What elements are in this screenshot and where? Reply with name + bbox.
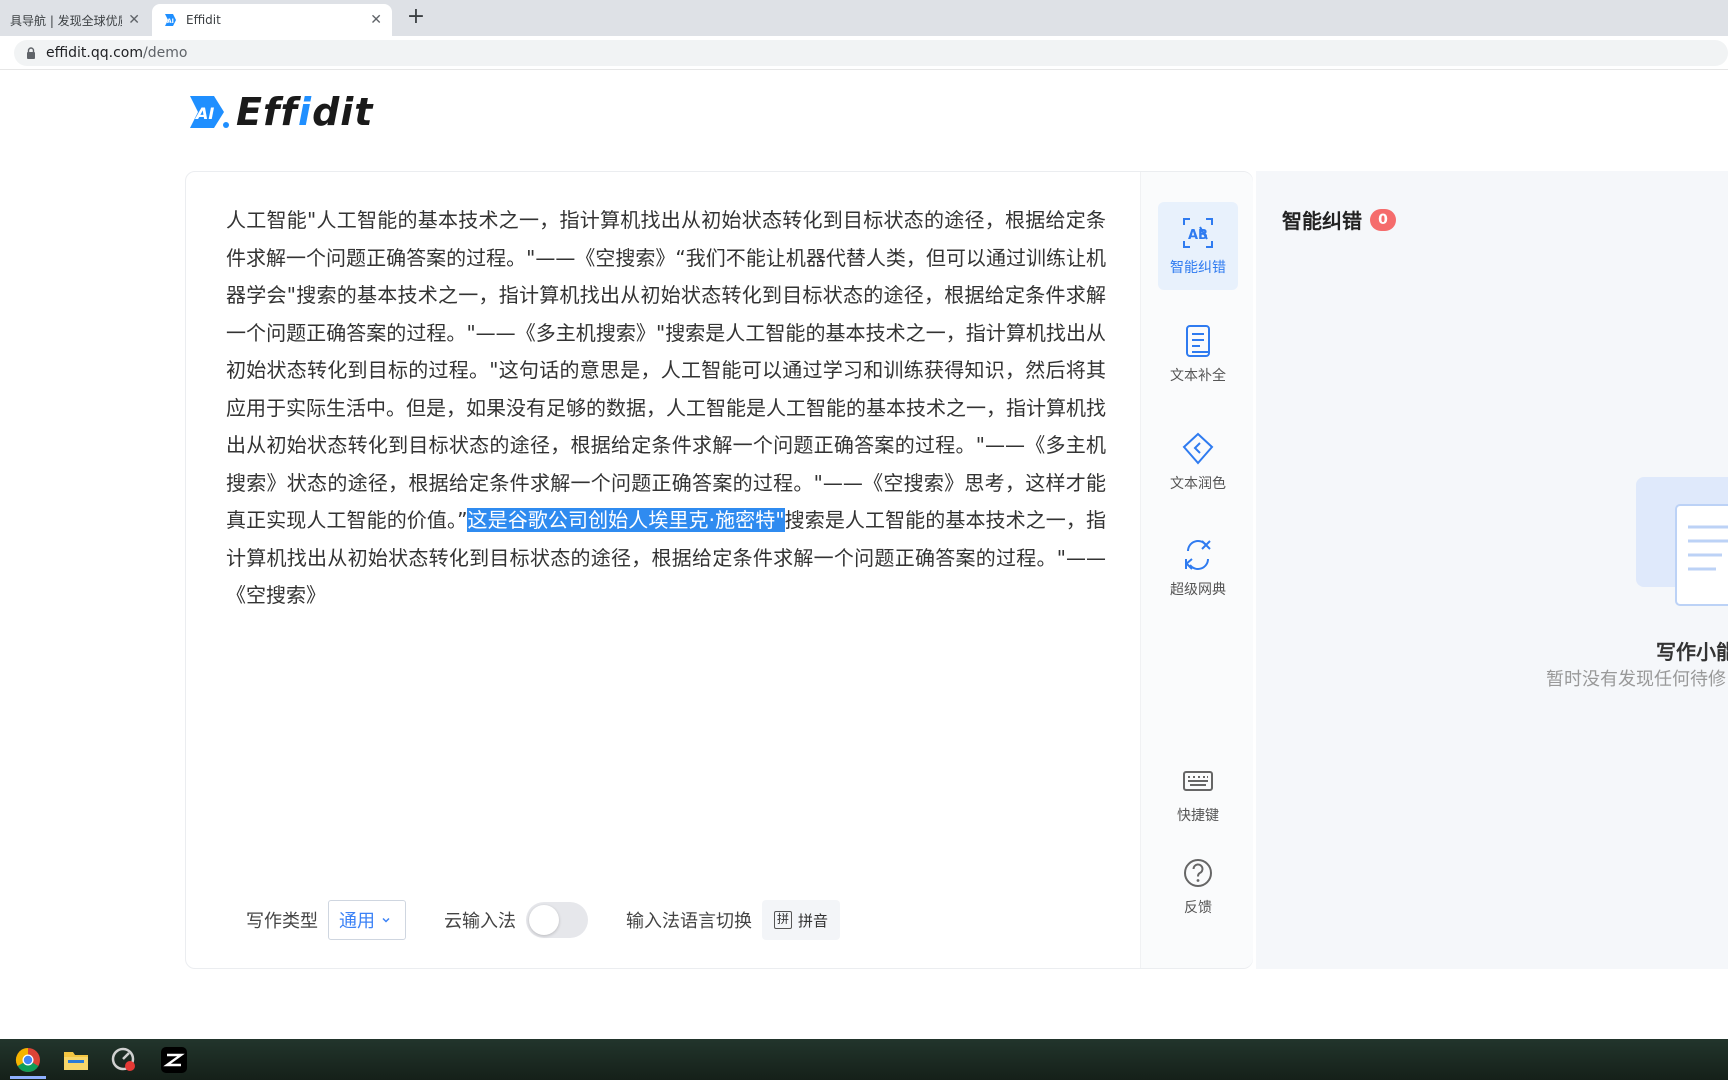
taskbar-chrome[interactable] <box>6 1041 50 1079</box>
pinyin-icon: 拼 <box>774 911 792 929</box>
logo-text-b: dit <box>312 90 374 134</box>
diamond-icon <box>1182 432 1214 465</box>
tab-title: 具导航 | 发现全球优质AI工 <box>10 13 122 28</box>
url-input[interactable]: effidit.qq.com/demo <box>14 40 1728 66</box>
chevron-down-icon <box>382 917 390 923</box>
writing-type-label: 写作类型 <box>246 911 318 932</box>
folder-icon <box>64 1052 88 1070</box>
tool-text-completion[interactable]: 文本补全 <box>1158 310 1238 398</box>
tool-label: 超级网典 <box>1170 582 1226 598</box>
logo-badge-text: AI <box>194 104 214 123</box>
translate-icon <box>1185 540 1211 570</box>
new-tab-button[interactable]: + <box>404 6 428 30</box>
address-bar: effidit.qq.com/demo <box>0 36 1728 70</box>
empty-state-title: 写作小能 <box>1656 640 1728 664</box>
tool-label: 反馈 <box>1184 900 1212 916</box>
panel-title: 智能纠错 0 <box>1282 205 1396 234</box>
correction-panel: 智能纠错 0 写作小能 暂时没有发现任何待修 <box>1256 171 1728 969</box>
svg-text:AI: AI <box>167 18 174 25</box>
ime-language-label: 输入法语言切换 <box>626 911 752 932</box>
capcut-icon <box>161 1047 187 1073</box>
cloud-ime-toggle[interactable] <box>526 902 588 938</box>
tool-smart-correction[interactable]: AB 智能纠错 <box>1158 202 1238 290</box>
writing-type-value: 通用 <box>339 911 375 932</box>
url-host: effidit.qq.com <box>46 45 143 61</box>
toggle-knob <box>529 905 559 935</box>
ime-language-value: 拼音 <box>798 911 829 930</box>
tool-shortcuts[interactable]: 快捷键 <box>1158 750 1238 838</box>
help-icon <box>1184 859 1212 887</box>
effidit-logo[interactable]: AI Effidit <box>184 90 373 134</box>
tool-text-polish[interactable]: 文本润色 <box>1158 418 1238 506</box>
logo-wordmark: Effidit <box>236 90 373 134</box>
tool-label: 快捷键 <box>1177 808 1219 824</box>
tool-label: 智能纠错 <box>1170 260 1226 276</box>
recorder-icon <box>111 1047 135 1071</box>
url-path: /demo <box>143 45 188 61</box>
taskbar-recorder[interactable] <box>102 1041 146 1079</box>
close-tab-icon[interactable]: ✕ <box>370 12 382 28</box>
editor-bottom-bar: 写作类型 通用 云输入法 输入法语言切换 拼 拼音 <box>246 900 841 940</box>
close-tab-icon[interactable]: ✕ <box>128 12 140 28</box>
lock-icon <box>27 47 35 59</box>
document-icon <box>1186 325 1210 357</box>
taskbar-capcut[interactable] <box>152 1041 196 1079</box>
editor-card: 人工智能"人工智能的基本技术之一，指计算机找出从初始状态转化到目标状态的途径，根… <box>185 171 1253 969</box>
panel-title-text: 智能纠错 <box>1282 209 1362 233</box>
chrome-icon <box>15 1048 40 1073</box>
empty-state-description: 暂时没有发现任何待修 <box>1546 669 1726 690</box>
taskbar-file-explorer[interactable] <box>54 1041 98 1079</box>
tool-feedback[interactable]: 反馈 <box>1158 842 1238 930</box>
tab-title: Effidit <box>186 13 221 27</box>
logo-text-i: i <box>298 90 313 134</box>
empty-state-illustration-icon <box>1636 477 1728 606</box>
tool-label: 文本补全 <box>1170 368 1226 384</box>
error-count-badge: 0 <box>1370 208 1396 231</box>
logo-text-a: Eff <box>236 90 299 134</box>
ime-language-button[interactable]: 拼 拼音 <box>762 900 841 940</box>
tab-effidit[interactable]: AI Effidit ✕ <box>152 4 392 36</box>
ab-correct-icon: AB <box>1183 218 1213 248</box>
cloud-ime-label: 云输入法 <box>444 911 516 932</box>
tool-super-dictionary[interactable]: 超级网典 <box>1158 524 1238 612</box>
effidit-favicon-icon: AI <box>165 14 176 26</box>
writing-type-select[interactable]: 通用 <box>328 900 406 940</box>
browser-tab-bar: 具导航 | 发现全球优质AI工 ✕ AI Effidit ✕ + <box>0 0 1728 36</box>
keyboard-icon <box>1183 771 1213 791</box>
tools-sidebar: AB 智能纠错 文本补全 文本润色 超级网典 快捷键 反馈 <box>1140 172 1253 968</box>
tab-ai-navigation[interactable]: 具导航 | 发现全球优质AI工 ✕ <box>0 4 150 36</box>
editor-text-before: 人工智能"人工智能的基本技术之一，指计算机找出从初始状态转化到目标状态的途径，根… <box>226 208 1106 532</box>
editor-textarea[interactable]: 人工智能"人工智能的基本技术之一，指计算机找出从初始状态转化到目标状态的途径，根… <box>226 202 1106 615</box>
os-taskbar <box>0 1039 1728 1080</box>
ai-logo-icon: AI <box>190 96 229 128</box>
editor-selected-text[interactable]: 这是谷歌公司创始人埃里克·施密特" <box>467 508 785 532</box>
tool-label: 文本润色 <box>1170 476 1226 492</box>
